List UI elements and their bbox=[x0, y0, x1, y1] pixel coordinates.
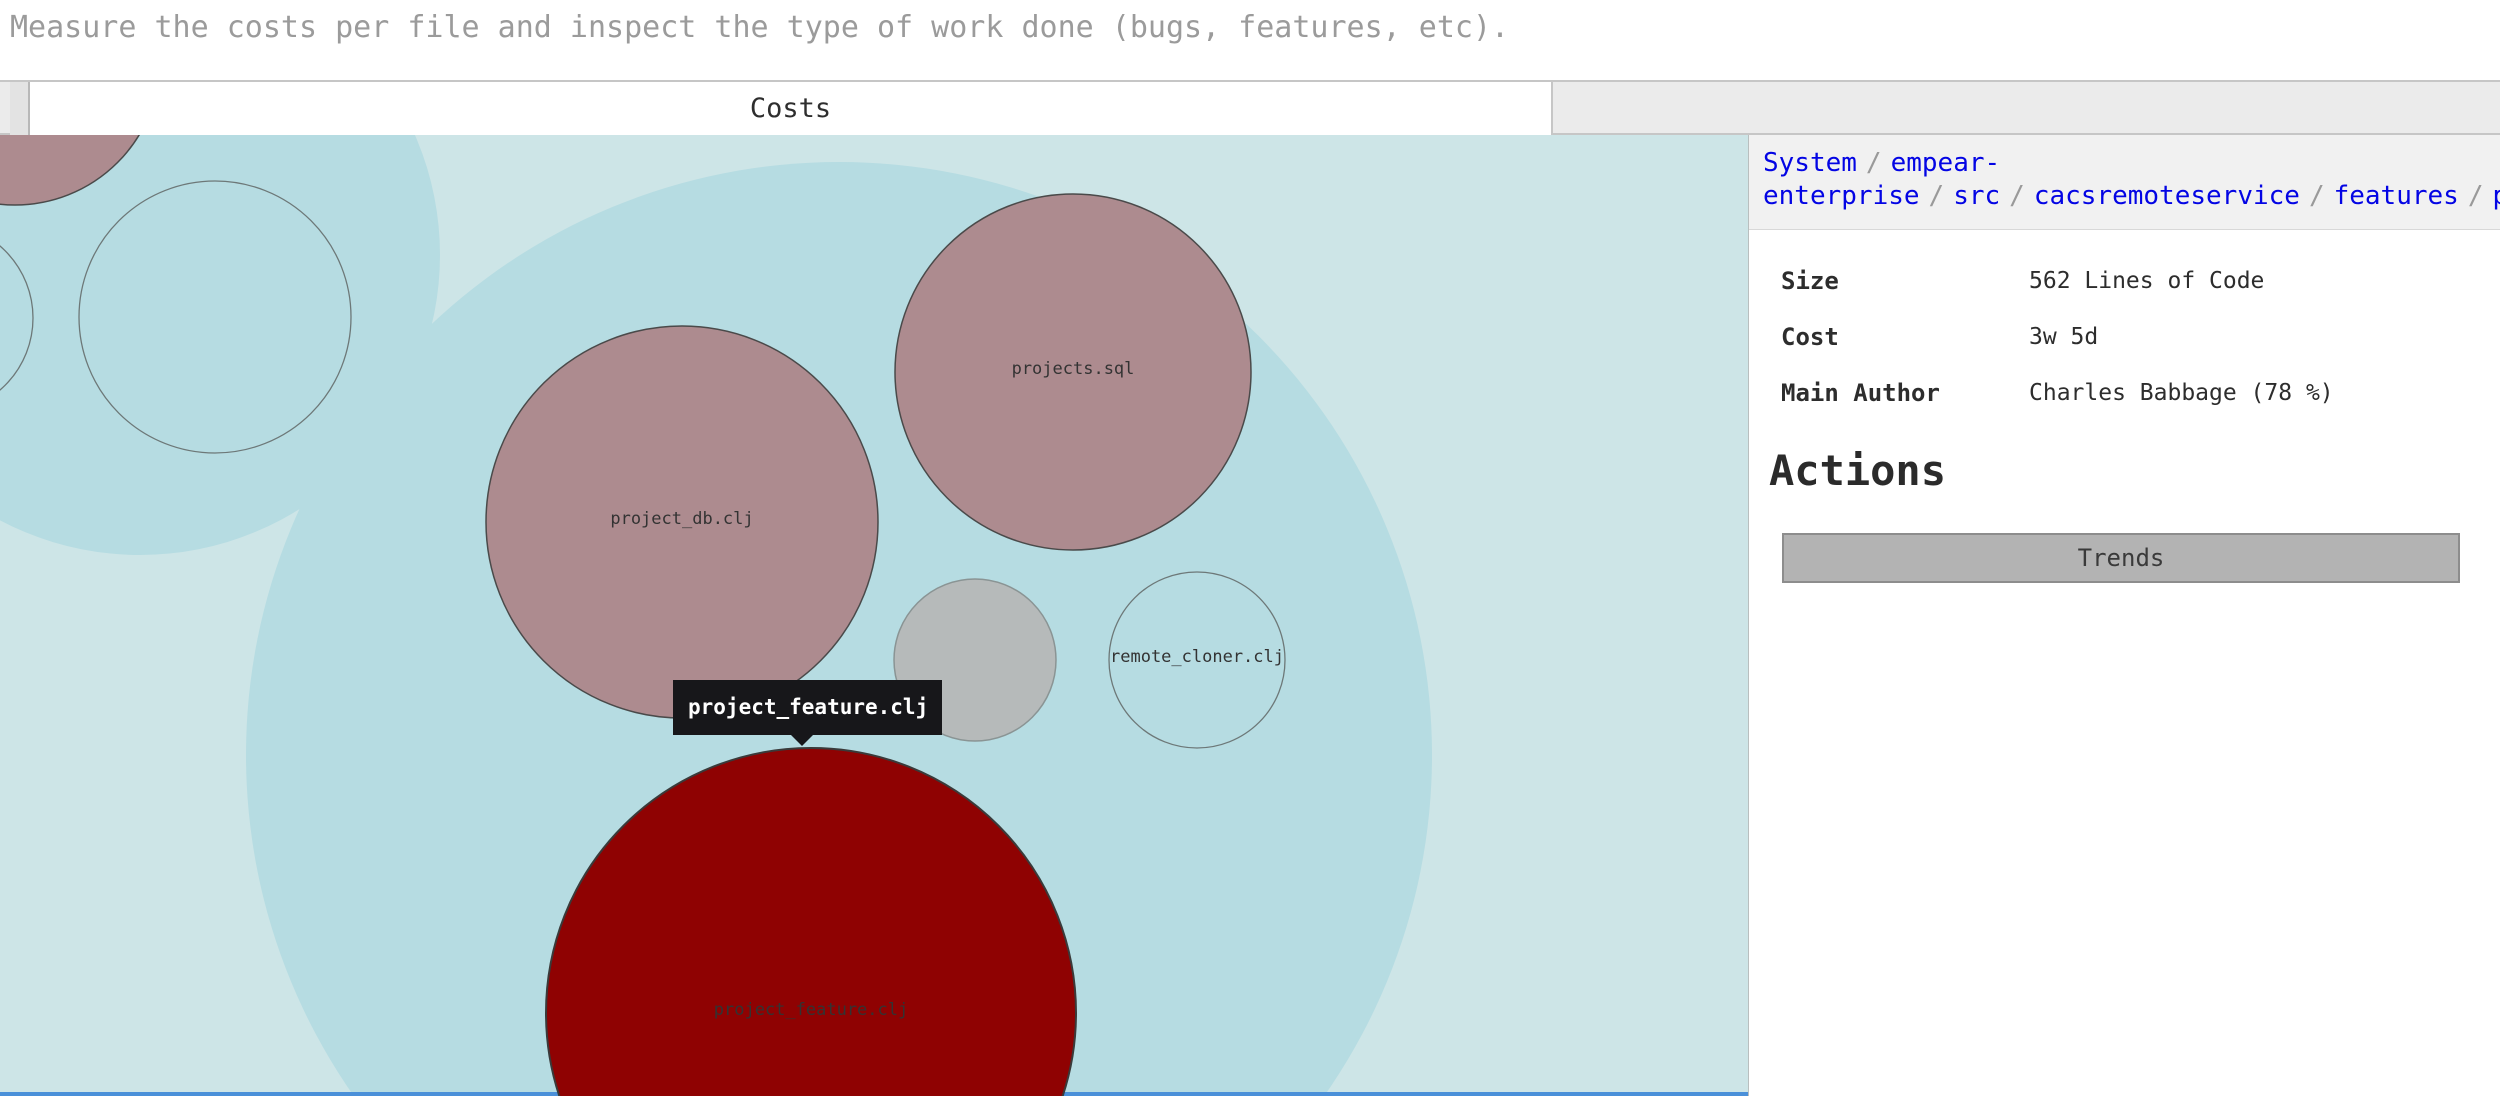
breadcrumb-separator: / bbox=[2468, 181, 2484, 211]
file-circle-project-db[interactable] bbox=[486, 326, 878, 718]
breadcrumb-link-features[interactable]: features bbox=[2334, 181, 2459, 211]
main-area: projects.sqlproject_db.cljremote_cloner.… bbox=[0, 135, 2500, 1096]
breadcrumb-link-project[interactable]: project bbox=[2492, 181, 2500, 211]
breadcrumb-separator: / bbox=[2309, 181, 2325, 211]
detail-panel: System/empear-enterprise/src/cacsremotes… bbox=[1749, 135, 2500, 1096]
breadcrumb-separator: / bbox=[1866, 148, 1882, 178]
file-details: Size562 Lines of CodeCost3w 5dMain Autho… bbox=[1749, 230, 2500, 408]
detail-value: 562 Lines of Code bbox=[2029, 266, 2264, 296]
file-circle-projects-sql[interactable] bbox=[895, 194, 1251, 550]
tab-costs-label: Costs bbox=[750, 93, 831, 124]
detail-value: Charles Babbage (78 %) bbox=[2029, 378, 2334, 408]
detail-label: Main Author bbox=[1781, 378, 2029, 408]
hover-tooltip-label: project_feature.clj bbox=[688, 695, 928, 719]
page-instruction: Measure the costs per file and inspect t… bbox=[10, 8, 1509, 48]
detail-row: Size562 Lines of Code bbox=[1781, 266, 2460, 296]
cost-visualization[interactable]: projects.sqlproject_db.cljremote_cloner.… bbox=[0, 135, 1749, 1096]
tab-stub bbox=[10, 82, 28, 135]
detail-value: 3w 5d bbox=[2029, 322, 2098, 352]
actions-heading: Actions bbox=[1769, 446, 2500, 495]
breadcrumb-link-cacsremoteservice[interactable]: cacsremoteservice bbox=[2034, 181, 2300, 211]
detail-row: Cost3w 5d bbox=[1781, 322, 2460, 352]
breadcrumb-link-src[interactable]: src bbox=[1953, 181, 2000, 211]
detail-label: Cost bbox=[1781, 322, 2029, 352]
detail-row: Main AuthorCharles Babbage (78 %) bbox=[1781, 378, 2460, 408]
breadcrumb-link-System[interactable]: System bbox=[1763, 148, 1857, 178]
tab-costs[interactable]: Costs bbox=[28, 82, 1553, 135]
tab-bar: Costs bbox=[0, 80, 2500, 135]
circle-packing-svg: projects.sqlproject_db.cljremote_cloner.… bbox=[0, 135, 1748, 1096]
detail-label: Size bbox=[1781, 266, 2029, 296]
breadcrumb-separator: / bbox=[2009, 181, 2025, 211]
breadcrumb: System/empear-enterprise/src/cacsremotes… bbox=[1749, 135, 2500, 230]
breadcrumb-separator: / bbox=[1929, 181, 1945, 211]
hover-tooltip: project_feature.clj bbox=[673, 680, 942, 735]
trends-button[interactable]: Trends bbox=[1782, 533, 2460, 583]
